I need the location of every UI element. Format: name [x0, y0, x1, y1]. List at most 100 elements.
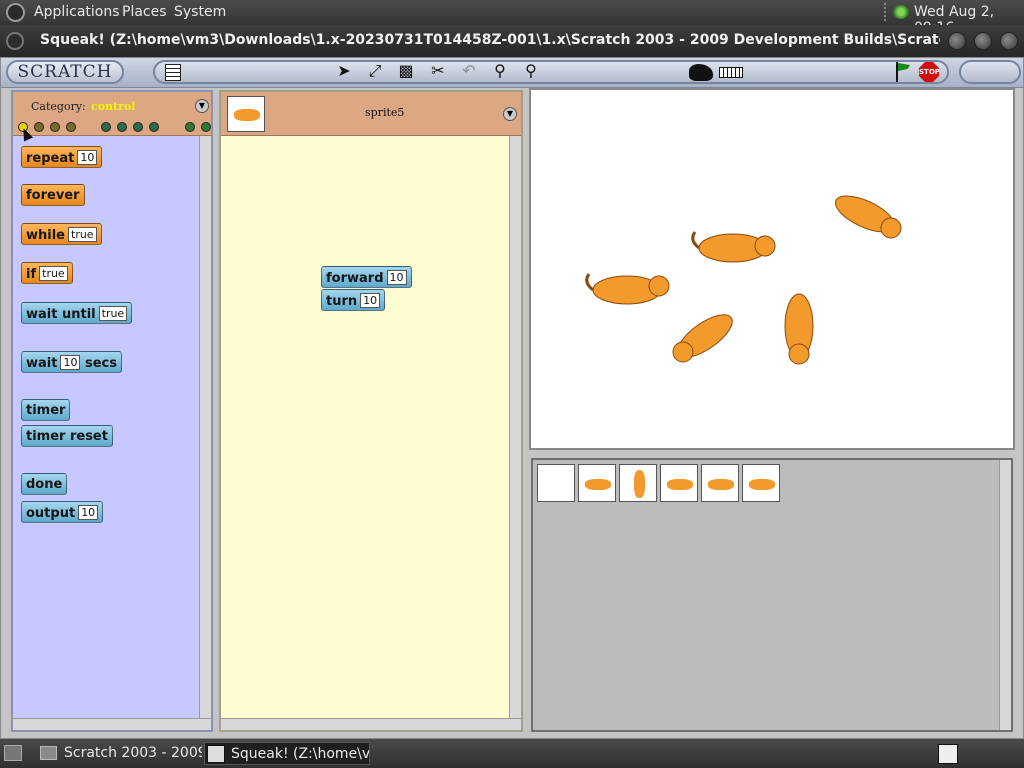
keyboard-icon[interactable]: [719, 67, 743, 78]
wait-until-block[interactable]: wait until true: [21, 302, 133, 324]
sprite-thumbnail-1[interactable]: [578, 464, 616, 502]
output-block[interactable]: output 10: [21, 501, 104, 523]
category-dot-8[interactable]: [149, 122, 159, 132]
window-title: Squeak! (Z:\home\vm3\Downloads\1.x-20230…: [40, 32, 940, 48]
places-menu[interactable]: Places: [122, 4, 167, 20]
wait-secs-input[interactable]: 10: [60, 355, 81, 370]
if-condition-input[interactable]: true: [39, 266, 68, 281]
sprite-library-scrollbar[interactable]: [999, 460, 1011, 730]
window-titlebar[interactable]: Squeak! (Z:\home\vm3\Downloads\1.x-20230…: [0, 25, 1024, 57]
script-vertical-scrollbar[interactable]: [509, 136, 521, 718]
block-palette: Category: control ▼ repeat 10 forever wh…: [11, 90, 213, 732]
category-value[interactable]: control: [91, 100, 135, 113]
window-menu-icon[interactable]: [6, 32, 24, 50]
category-dot-3[interactable]: [50, 122, 60, 132]
maximize-button[interactable]: [974, 32, 992, 50]
arrow-tool-icon[interactable]: ➤: [333, 62, 355, 80]
sprite-name[interactable]: sprite5: [365, 106, 404, 119]
show-desktop-icon[interactable]: [4, 745, 22, 761]
if-label: if: [26, 267, 37, 282]
folder-icon: [40, 746, 57, 760]
category-dropdown-icon[interactable]: ▼: [195, 99, 209, 113]
sprite-thumbnail-5[interactable]: [742, 464, 780, 502]
close-button[interactable]: [1000, 32, 1018, 50]
zoom-out-icon[interactable]: ⚲: [520, 62, 542, 80]
sprite-thumbnail-3[interactable]: [660, 464, 698, 502]
category-dot-6[interactable]: [117, 122, 127, 132]
timer-reset-block[interactable]: timer reset: [21, 425, 113, 447]
applications-menu[interactable]: Applications: [34, 4, 120, 20]
done-label: done: [26, 477, 63, 492]
sprite-thumbnail-2[interactable]: [619, 464, 657, 502]
taskbar-item-file-manager[interactable]: Scratch 2003 - 2009...: [38, 742, 202, 765]
forward-block[interactable]: forward 10: [321, 266, 412, 288]
undo-icon[interactable]: ↶: [458, 62, 480, 80]
palette-vertical-scrollbar[interactable]: [199, 136, 211, 718]
taskbar-item-file-manager-label: Scratch 2003 - 2009...: [64, 745, 202, 761]
distro-logo-icon[interactable]: [6, 3, 25, 22]
turn-degrees-input[interactable]: 10: [360, 293, 381, 308]
repeat-block[interactable]: repeat 10: [21, 146, 103, 168]
system-menu[interactable]: System: [174, 4, 226, 20]
done-block[interactable]: done: [21, 473, 68, 495]
grow-tool-icon[interactable]: ⤢: [364, 62, 386, 80]
cat-sprite-icon[interactable]: [689, 64, 713, 81]
output-value-input[interactable]: 10: [78, 505, 99, 520]
repeat-count-input[interactable]: 10: [77, 150, 98, 165]
forever-label: forever: [26, 188, 80, 203]
category-dot-2[interactable]: [34, 122, 44, 132]
squeak-window: SCRATCH ➤ ⤢ ▩ ✂ ↶ ⚲ ⚲ STOP Category: con…: [0, 57, 1024, 739]
forward-steps-input[interactable]: 10: [386, 270, 407, 285]
script-area[interactable]: sprite5 ▼ forward 10 turn 10: [219, 90, 523, 732]
timer-block[interactable]: timer: [21, 399, 71, 421]
notes-icon[interactable]: [165, 64, 181, 81]
top-panel: Applications Places System Wed Aug 2, 09…: [0, 0, 1024, 36]
script-horizontal-scrollbar[interactable]: [221, 718, 521, 730]
scratch-toolbar: SCRATCH ➤ ⤢ ▩ ✂ ↶ ⚲ ⚲ STOP: [1, 58, 1023, 88]
while-label: while: [26, 228, 65, 243]
category-dot-10[interactable]: [201, 122, 211, 132]
cat-sprite-5[interactable]: [784, 293, 814, 365]
cat-icon: [667, 479, 693, 490]
sprite-menu-dropdown-icon[interactable]: ▼: [503, 107, 517, 121]
category-dot-9[interactable]: [185, 122, 195, 132]
stop-button[interactable]: STOP: [919, 62, 939, 82]
turn-block[interactable]: turn 10: [321, 289, 386, 311]
cat-sprite-4[interactable]: [671, 307, 738, 365]
scissors-tool-icon[interactable]: ✂: [427, 62, 449, 80]
green-flag-icon[interactable]: [894, 62, 910, 82]
zoom-in-icon[interactable]: ⚲: [489, 62, 511, 80]
cat-sprite-1[interactable]: [585, 273, 670, 305]
taskbar-item-squeak[interactable]: Squeak! (Z:\home\v...: [204, 742, 370, 765]
screen: Applications Places System Wed Aug 2, 09…: [0, 0, 1024, 768]
network-icon[interactable]: [893, 5, 909, 19]
category-dot-7[interactable]: [133, 122, 143, 132]
cat-icon: [708, 479, 734, 490]
sprite-library: [531, 458, 1013, 732]
cat-sprite-2[interactable]: [691, 231, 776, 263]
cat-sprite-3[interactable]: [831, 189, 902, 240]
cat-icon: [585, 479, 611, 490]
category-dot-4[interactable]: [66, 122, 76, 132]
wait-until-condition-input[interactable]: true: [98, 306, 128, 321]
sprite-thumbnail[interactable]: [227, 96, 265, 132]
forever-block[interactable]: forever: [21, 184, 85, 206]
category-dot-5[interactable]: [101, 122, 111, 132]
squeak-tray-icon[interactable]: [938, 744, 958, 764]
wait-label: wait: [26, 356, 58, 371]
category-label: Category:: [31, 100, 86, 113]
sprite-thumbnail-4[interactable]: [701, 464, 739, 502]
while-condition-input[interactable]: true: [68, 227, 97, 242]
sprite-header: sprite5 ▼: [221, 92, 521, 136]
stage-thumbnail[interactable]: [537, 464, 575, 502]
stage[interactable]: [529, 88, 1015, 450]
turn-label: turn: [326, 294, 358, 309]
minimize-button[interactable]: [948, 32, 966, 50]
while-block[interactable]: while true: [21, 223, 102, 245]
wait-secs-block[interactable]: wait 10 secs: [21, 351, 122, 373]
palette-horizontal-scrollbar[interactable]: [13, 718, 211, 730]
taskbar: Scratch 2003 - 2009... Squeak! (Z:\home\…: [0, 739, 1024, 768]
scratch-logo-button[interactable]: SCRATCH: [6, 60, 124, 84]
if-block[interactable]: if true: [21, 262, 73, 284]
stamp-tool-icon[interactable]: ▩: [395, 62, 417, 80]
